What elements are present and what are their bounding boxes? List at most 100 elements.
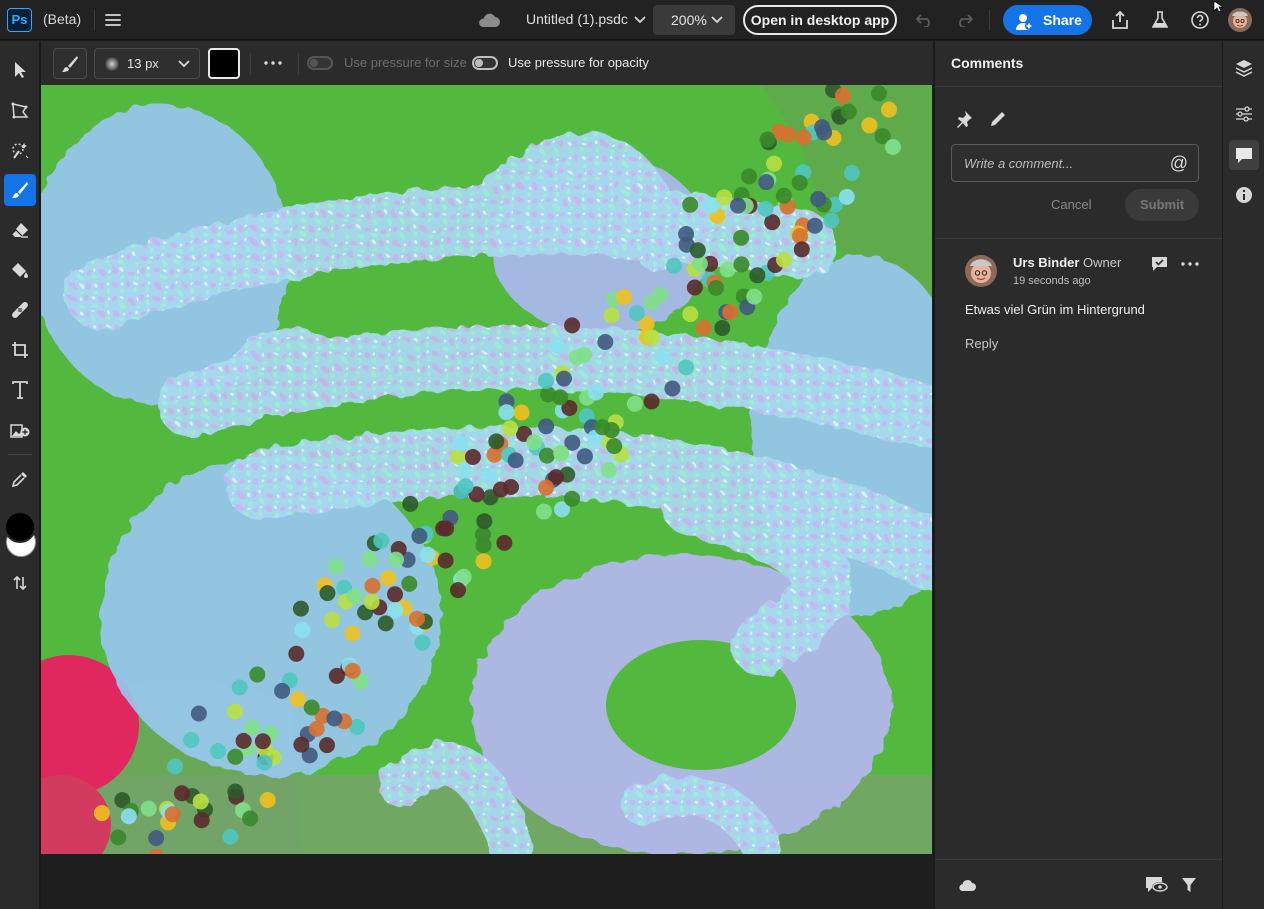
chevron-down-icon: [178, 60, 190, 68]
divider: [989, 10, 990, 30]
brush-color-swatch[interactable]: [208, 48, 240, 79]
lasso-tool[interactable]: [4, 94, 36, 126]
crop-tool-icon: [12, 342, 28, 358]
pin-icon[interactable]: [953, 108, 975, 130]
submit-button[interactable]: Submit: [1125, 189, 1199, 221]
divider: [935, 238, 1223, 239]
hamburger-menu-icon[interactable]: [101, 8, 125, 32]
comment-visibility-icon[interactable]: [1144, 874, 1170, 896]
left-toolbar: [0, 41, 40, 909]
reply-button[interactable]: Reply: [965, 336, 998, 351]
zoom-level: 200%: [671, 12, 707, 28]
pressure-size-toggle[interactable]: [307, 56, 333, 70]
chevron-down-icon: [711, 16, 723, 24]
help-icon[interactable]: [1188, 8, 1212, 32]
pressure-opacity-toggle[interactable]: [472, 56, 498, 70]
move-tool-icon: [15, 62, 26, 78]
canvas-area[interactable]: [41, 85, 933, 909]
eyedropper-tool-icon: [11, 472, 27, 488]
info-icon: [1236, 187, 1252, 203]
open-in-desktop-button[interactable]: Open in desktop app: [743, 5, 897, 35]
paint-bucket-tool-icon: [12, 263, 28, 278]
healing-tool-icon: [12, 302, 28, 318]
cancel-button[interactable]: Cancel: [1051, 197, 1091, 212]
comment-author: Urs Binder: [1013, 255, 1080, 270]
eraser-tool[interactable]: [4, 214, 36, 246]
soft-brush-icon: [105, 57, 119, 71]
divider: [935, 86, 1223, 87]
cloud-icon: [475, 9, 503, 31]
add-user-icon: [1015, 11, 1033, 30]
quick-select-tool-icon: [12, 143, 29, 159]
beta-label: (Beta): [43, 11, 82, 27]
divider: [94, 10, 95, 30]
photoshop-logo: Ps: [7, 8, 32, 32]
move-tool[interactable]: [4, 54, 36, 86]
comment-placeholder: Write a comment...: [964, 156, 1074, 171]
comment-author-role: Owner: [1083, 255, 1122, 270]
swap-colors-button[interactable]: [4, 567, 36, 599]
more-options-icon[interactable]: [261, 52, 285, 74]
share-label: Share: [1043, 12, 1082, 28]
layers-icon: [1235, 60, 1253, 77]
file-name[interactable]: Untitled (1).psdc: [526, 11, 628, 27]
chevron-down-icon[interactable]: [633, 12, 647, 28]
artwork-image: [41, 85, 932, 854]
brush-tool-icon: [12, 182, 28, 198]
cloud-sync-icon[interactable]: [955, 874, 979, 896]
comments-title: Comments: [951, 55, 1024, 71]
lasso-tool-icon: [11, 102, 29, 119]
swap-arrows-icon: [13, 575, 27, 591]
brush-preset-button[interactable]: [53, 48, 87, 79]
top-bar: Ps (Beta) Untitled (1).psdc 200% Open in…: [0, 0, 1264, 40]
comment-author-avatar: [965, 255, 997, 287]
layers-panel-button[interactable]: [1229, 53, 1259, 83]
comments-panel-button[interactable]: [1229, 140, 1259, 170]
properties-panel-button[interactable]: [1229, 99, 1259, 129]
share-button[interactable]: Share: [1003, 5, 1092, 35]
comment-timestamp: 19 seconds ago: [1013, 275, 1091, 287]
undo-icon[interactable]: [913, 8, 937, 32]
pressure-opacity-label: Use pressure for opacity: [508, 55, 649, 70]
type-tool[interactable]: [4, 374, 36, 406]
paint-bucket-tool[interactable]: [4, 254, 36, 286]
beaker-icon[interactable]: [1148, 8, 1172, 32]
divider: [8, 454, 32, 455]
type-tool-icon: [12, 381, 28, 399]
options-bar: 13 px Use pressure for size Use pressure…: [41, 41, 933, 85]
comment-icon: [1236, 147, 1252, 163]
adjustments-icon: [1236, 106, 1252, 122]
healing-tool[interactable]: [4, 294, 36, 326]
artwork-canvas[interactable]: [41, 85, 932, 854]
pencil-icon[interactable]: [987, 108, 1009, 130]
pressure-size-label: Use pressure for size: [344, 55, 467, 70]
eyedropper-tool[interactable]: [4, 463, 36, 495]
divider: [250, 53, 251, 75]
quick-select-tool[interactable]: [4, 134, 36, 166]
comment-text: Etwas viel Grün im Hintergrund: [965, 302, 1145, 317]
brush-size-dropdown[interactable]: 13 px: [94, 48, 200, 79]
add-image-tool-icon: [10, 424, 30, 438]
right-rail: [1222, 41, 1264, 909]
mention-icon[interactable]: @: [1170, 153, 1188, 174]
user-avatar[interactable]: [1228, 8, 1252, 32]
comments-panel: Comments Write a comment... @ Cancel Sub…: [934, 41, 1223, 909]
brush-tool[interactable]: [4, 174, 36, 206]
brush-size-value: 13 px: [127, 56, 159, 71]
filter-icon[interactable]: [1178, 874, 1200, 896]
foreground-color-swatch[interactable]: [4, 511, 36, 543]
mouse-cursor-icon: [1213, 0, 1225, 13]
comment-more-icon[interactable]: [1179, 253, 1201, 275]
eraser-tool-icon: [11, 223, 28, 238]
brush-icon: [62, 55, 78, 72]
divider: [935, 859, 1223, 860]
redo-icon[interactable]: [952, 8, 976, 32]
comment-input[interactable]: Write a comment... @: [951, 144, 1199, 182]
divider: [298, 53, 299, 75]
export-icon[interactable]: [1108, 8, 1132, 32]
resolve-comment-icon[interactable]: [1148, 253, 1170, 275]
add-image-tool[interactable]: [4, 414, 36, 446]
info-panel-button[interactable]: [1229, 180, 1259, 210]
zoom-dropdown[interactable]: 200%: [653, 5, 735, 35]
crop-tool[interactable]: [4, 334, 36, 366]
